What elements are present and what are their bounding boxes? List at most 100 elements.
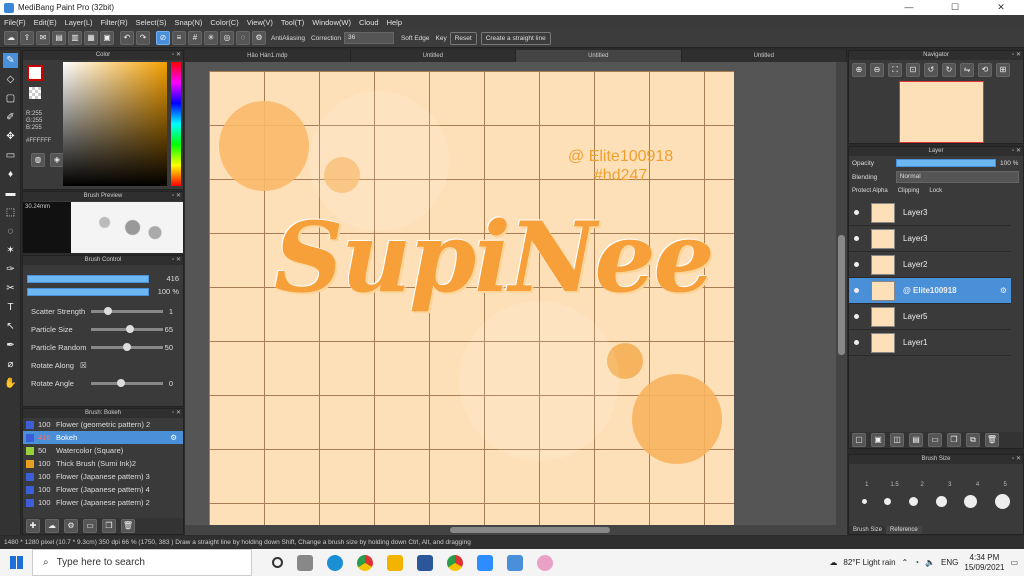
brush-list-item[interactable]: 416 Bokeh ⚙ xyxy=(23,431,183,444)
menu-edit[interactable]: Edit(E) xyxy=(34,18,57,27)
panel-close-icon[interactable]: ▫ ✕ xyxy=(172,409,181,418)
rotate-left-icon[interactable]: ↺ xyxy=(924,63,938,77)
lock-checkbox[interactable]: Lock xyxy=(929,188,942,194)
new-layer-8bit-icon[interactable]: ▣ xyxy=(871,433,885,447)
layout-icon[interactable]: ▥ xyxy=(68,31,82,45)
hand-tool-icon[interactable]: ✋ xyxy=(3,376,18,391)
notification-icon[interactable]: ▭ xyxy=(1010,558,1018,567)
brush-settings-gear-icon[interactable]: ⚙ xyxy=(170,433,177,442)
straight-line-button[interactable]: Create a straight line xyxy=(480,31,551,45)
brush-size-dot[interactable] xyxy=(909,496,919,506)
close-button[interactable]: ✕ xyxy=(978,0,1024,15)
brush-settings-icon[interactable]: ⚙ xyxy=(64,519,78,533)
color-palette-icon[interactable]: ◍ xyxy=(31,153,45,167)
bucket-tool-icon[interactable]: ♦ xyxy=(3,167,18,182)
canvas-horizontal-scrollbar[interactable] xyxy=(185,525,836,535)
foreground-color-swatch[interactable] xyxy=(27,65,43,81)
new-layer-icon[interactable]: ▢ xyxy=(852,433,866,447)
rotate-along-checkbox[interactable]: ☒ xyxy=(80,361,87,370)
layer-settings-gear-icon[interactable]: ⚙ xyxy=(1000,286,1007,295)
brush-folder-icon[interactable]: ▭ xyxy=(83,519,97,533)
new-halftone-layer-icon[interactable]: ▤ xyxy=(909,433,923,447)
text-tool-icon[interactable]: T xyxy=(3,300,18,315)
menu-cloud[interactable]: Cloud xyxy=(359,18,379,27)
layer-row[interactable]: Layer3 xyxy=(849,226,1011,252)
layer-row[interactable]: Layer5 xyxy=(849,304,1011,330)
reset-button[interactable]: Reset xyxy=(449,31,477,45)
divide-tool-icon[interactable]: ✒ xyxy=(3,338,18,353)
taskbar-search[interactable]: ⌕ Type here to search xyxy=(32,549,252,576)
minimize-button[interactable]: — xyxy=(886,0,932,15)
clipping-checkbox[interactable]: Clipping xyxy=(898,188,920,194)
brush-copy-icon[interactable]: ❐ xyxy=(102,519,116,533)
brush-list-item[interactable]: 100 Thick Brush (Sumi Ink)2 xyxy=(23,457,183,470)
undo-icon[interactable]: ↶ xyxy=(120,31,134,45)
menu-help[interactable]: Help xyxy=(387,18,402,27)
grid-icon[interactable]: ▦ xyxy=(84,31,98,45)
brush-property-slider[interactable] xyxy=(91,342,163,351)
brush-size-preset[interactable]: 1 xyxy=(853,482,881,488)
dot-tool-icon[interactable]: ▢ xyxy=(3,91,18,106)
brush-size-dot[interactable] xyxy=(861,498,867,504)
maximize-button[interactable]: ☐ xyxy=(932,0,978,15)
blending-select[interactable]: Normal xyxy=(895,171,1019,183)
chrome-profile-icon[interactable] xyxy=(447,554,463,571)
tab-document-2[interactable]: Untitled xyxy=(351,50,516,62)
antialiasing-checkbox[interactable]: AntiAliasing xyxy=(271,35,305,42)
layer-row[interactable]: Layer2 xyxy=(849,252,1011,278)
brush-size-slider[interactable] xyxy=(27,274,149,283)
menu-color[interactable]: Color(C) xyxy=(210,18,238,27)
panel-close-icon[interactable]: ▫ ✕ xyxy=(1012,455,1021,464)
layer-visibility-icon[interactable] xyxy=(854,236,859,241)
brush-size-dot[interactable] xyxy=(935,495,947,507)
duplicate-layer-icon[interactable]: ❐ xyxy=(947,433,961,447)
menu-select[interactable]: Select(S) xyxy=(136,18,167,27)
brush-size-preset[interactable]: 3 xyxy=(936,482,964,488)
layer-row[interactable]: Layer3 xyxy=(849,200,1011,226)
windows-start-icon[interactable] xyxy=(10,556,23,569)
menu-tool[interactable]: Tool(T) xyxy=(281,18,304,27)
brush-property-slider[interactable] xyxy=(91,306,163,315)
menu-filter[interactable]: Filter(R) xyxy=(101,18,128,27)
hue-slider[interactable] xyxy=(171,62,181,186)
snap-curve-icon[interactable]: ◌ xyxy=(236,31,250,45)
flip-icon[interactable]: ⇋ xyxy=(960,63,974,77)
snap-radial-icon[interactable]: ✳ xyxy=(204,31,218,45)
layer-folder-icon[interactable]: ▭ xyxy=(928,433,942,447)
lock-view-icon[interactable]: ⊞ xyxy=(996,63,1010,77)
snap-cross-icon[interactable]: # xyxy=(188,31,202,45)
drawing-canvas[interactable]: @ Elite100918 #hd247 SupiNee xyxy=(209,71,734,526)
rotate-right-icon[interactable]: ↻ xyxy=(942,63,956,77)
select-tool-icon[interactable]: ⬚ xyxy=(3,205,18,220)
canvas-vertical-scrollbar[interactable] xyxy=(836,62,847,535)
brush-list-item[interactable]: 50 Watercolor (Square) xyxy=(23,444,183,457)
move-tool-icon[interactable]: ✥ xyxy=(3,129,18,144)
actual-size-icon[interactable]: ⊡ xyxy=(906,63,920,77)
file-explorer-icon[interactable] xyxy=(387,554,403,571)
lasso-tool-icon[interactable]: ◌ xyxy=(3,224,18,239)
weather-readout[interactable]: 82°F Light rain xyxy=(843,558,895,567)
brush-size-dot[interactable] xyxy=(964,494,978,508)
select-pen-icon[interactable]: ✑ xyxy=(3,262,18,277)
delete-layer-icon[interactable]: 🗑 xyxy=(985,433,999,447)
reset-view-icon[interactable]: ⟲ xyxy=(978,63,992,77)
blur-tool-icon[interactable]: ✐ xyxy=(3,110,18,125)
tab-document-3[interactable]: Untitled xyxy=(516,50,682,62)
panel-icon[interactable]: ▤ xyxy=(52,31,66,45)
volume-icon[interactable]: 🔈 xyxy=(925,558,935,567)
clock-date[interactable]: 15/09/2021 xyxy=(964,563,1004,573)
share-icon[interactable]: ⇪ xyxy=(20,31,34,45)
merge-layer-icon[interactable]: ⧉ xyxy=(966,433,980,447)
navigator-thumbnail[interactable] xyxy=(899,81,984,143)
layer-visibility-icon[interactable] xyxy=(854,210,859,215)
brush-cloud-icon[interactable]: ☁ xyxy=(45,519,59,533)
edge-browser-icon[interactable] xyxy=(327,554,343,571)
snap-parallel-icon[interactable]: ≡ xyxy=(172,31,186,45)
zoom-app-icon[interactable] xyxy=(477,554,493,571)
menu-layer[interactable]: Layer(L) xyxy=(65,18,93,27)
redo-icon[interactable]: ↷ xyxy=(136,31,150,45)
tab-document-1[interactable]: Hảo Hán1.mdp xyxy=(185,50,351,62)
word-icon[interactable] xyxy=(417,554,433,571)
menu-snap[interactable]: Snap(N) xyxy=(174,18,202,27)
snap-circle-icon[interactable]: ◎ xyxy=(220,31,234,45)
